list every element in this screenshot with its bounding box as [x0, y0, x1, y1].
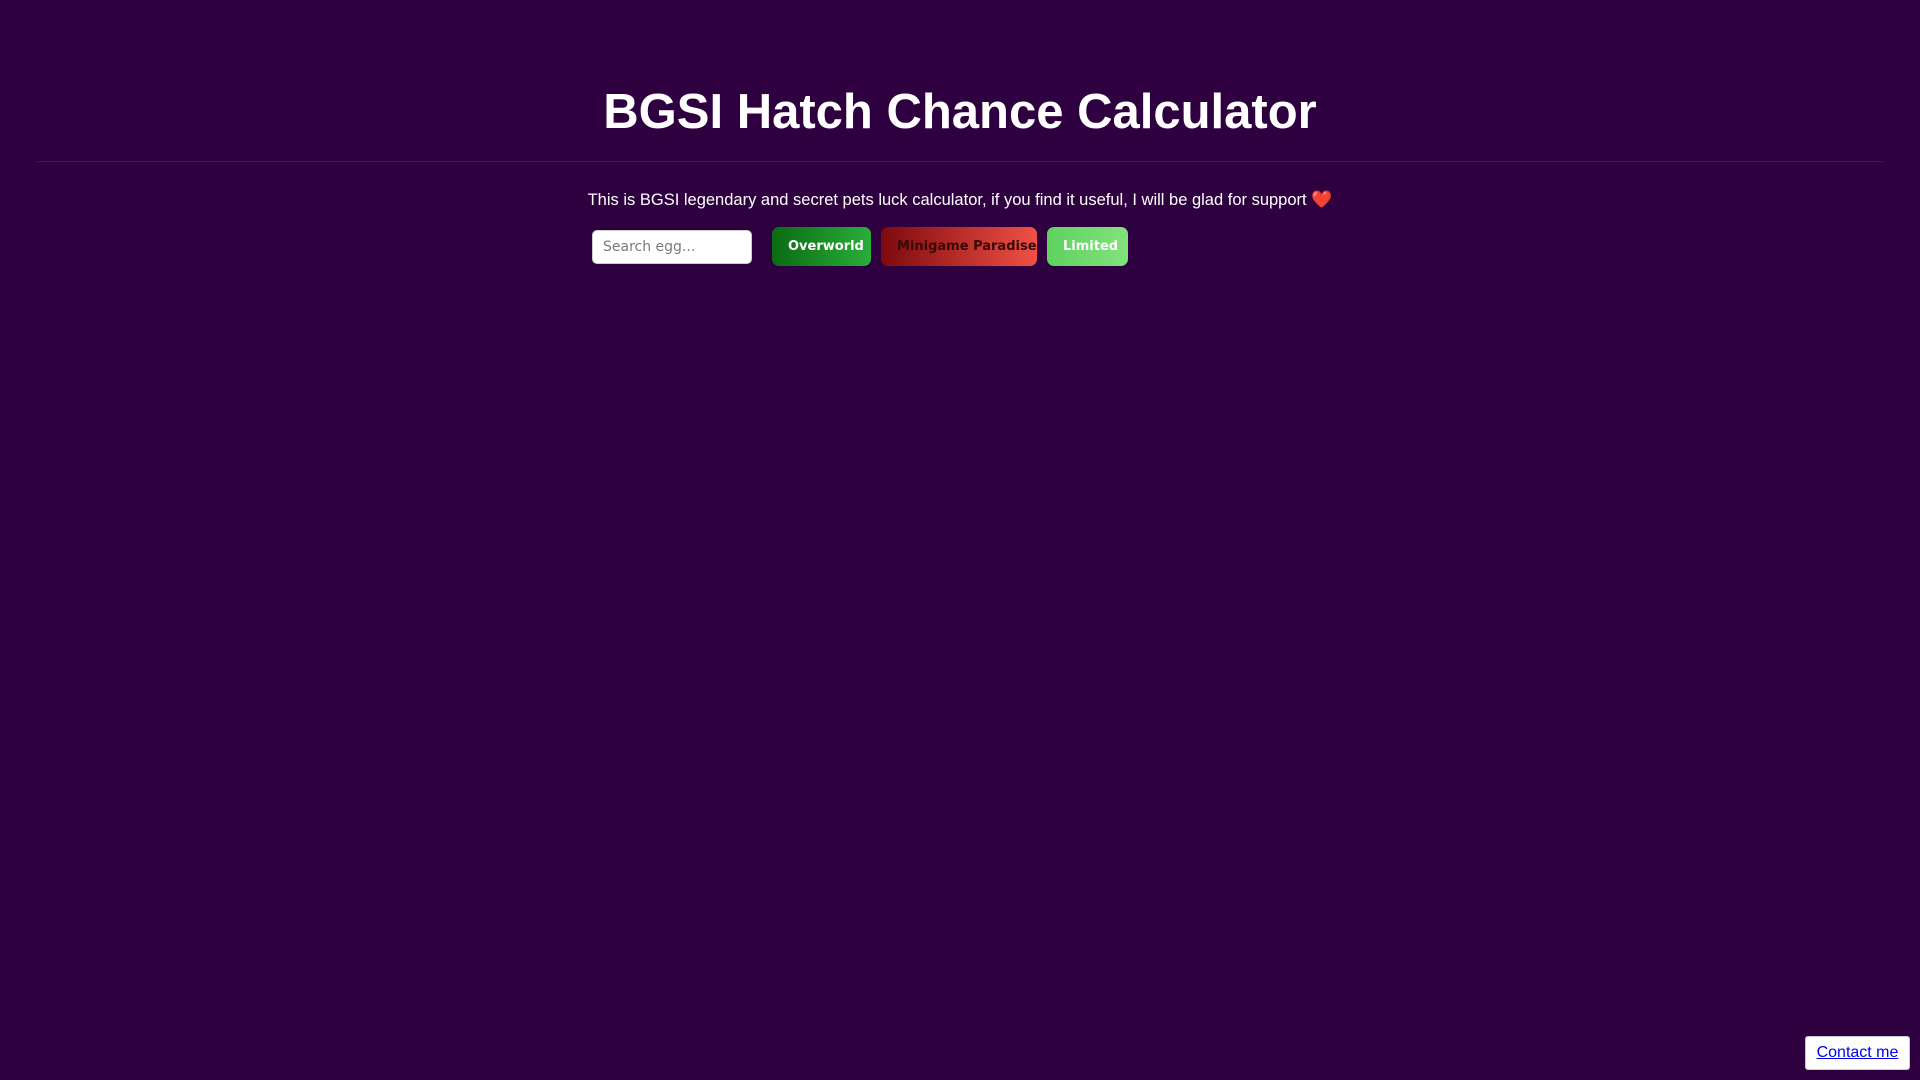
egg-search-input[interactable]: [592, 229, 752, 264]
overworld-button[interactable]: Overworld: [772, 227, 871, 266]
limited-button[interactable]: Limited: [1047, 227, 1128, 266]
heart-icon: ❤️: [1311, 190, 1333, 210]
minigame-paradise-button[interactable]: Minigame Paradise: [881, 227, 1037, 266]
intro-message: This is BGSI legendary and secret pets l…: [587, 191, 1307, 209]
contact-link[interactable]: Contact me: [1817, 1044, 1899, 1062]
contact-box: Contact me: [1805, 1036, 1910, 1070]
intro-text: This is BGSI legendary and secret pets l…: [0, 188, 1920, 212]
page-title: BGSI Hatch Chance Calculator: [603, 85, 1317, 139]
egg-controls: Overworld Minigame Paradise Limited: [592, 227, 1128, 266]
page-header: BGSI Hatch Chance Calculator: [37, 0, 1883, 162]
